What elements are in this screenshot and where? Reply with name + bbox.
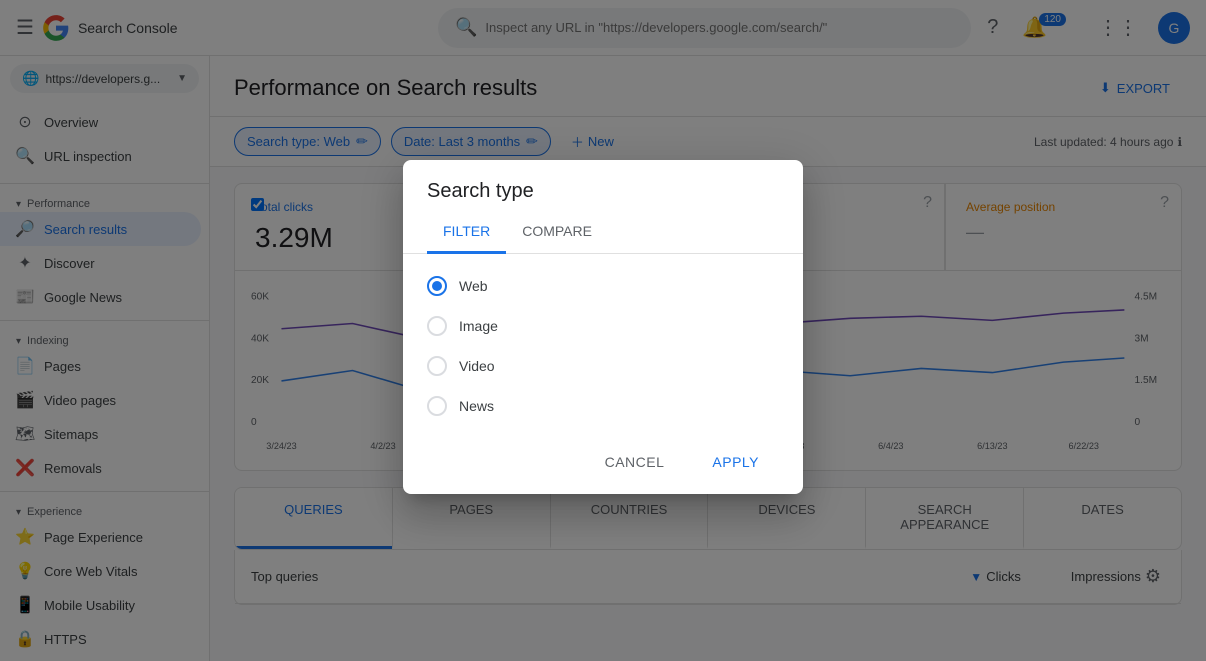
modal-apply-button[interactable]: APPLY xyxy=(692,446,779,478)
option-video[interactable]: Video xyxy=(427,346,779,386)
modal-options: Web Image Video News xyxy=(403,254,803,438)
option-web[interactable]: Web xyxy=(427,266,779,306)
modal-actions: CANCEL APPLY xyxy=(403,438,803,494)
option-image-label: Image xyxy=(459,318,498,334)
modal-cancel-button[interactable]: CANCEL xyxy=(585,446,685,478)
modal-tab-compare[interactable]: COMPARE xyxy=(506,211,608,254)
option-news[interactable]: News xyxy=(427,386,779,426)
modal-tabs: FILTER COMPARE xyxy=(403,211,803,254)
modal-tab-filter[interactable]: FILTER xyxy=(427,211,506,254)
option-image[interactable]: Image xyxy=(427,306,779,346)
radio-video[interactable] xyxy=(427,356,447,376)
modal-title: Search type xyxy=(403,160,803,211)
modal-overlay[interactable]: Search type FILTER COMPARE Web Image Vid… xyxy=(0,0,1206,661)
radio-image[interactable] xyxy=(427,316,447,336)
option-web-label: Web xyxy=(459,278,488,294)
option-news-label: News xyxy=(459,398,494,414)
search-type-modal: Search type FILTER COMPARE Web Image Vid… xyxy=(403,160,803,494)
radio-web[interactable] xyxy=(427,276,447,296)
option-video-label: Video xyxy=(459,358,495,374)
radio-news[interactable] xyxy=(427,396,447,416)
